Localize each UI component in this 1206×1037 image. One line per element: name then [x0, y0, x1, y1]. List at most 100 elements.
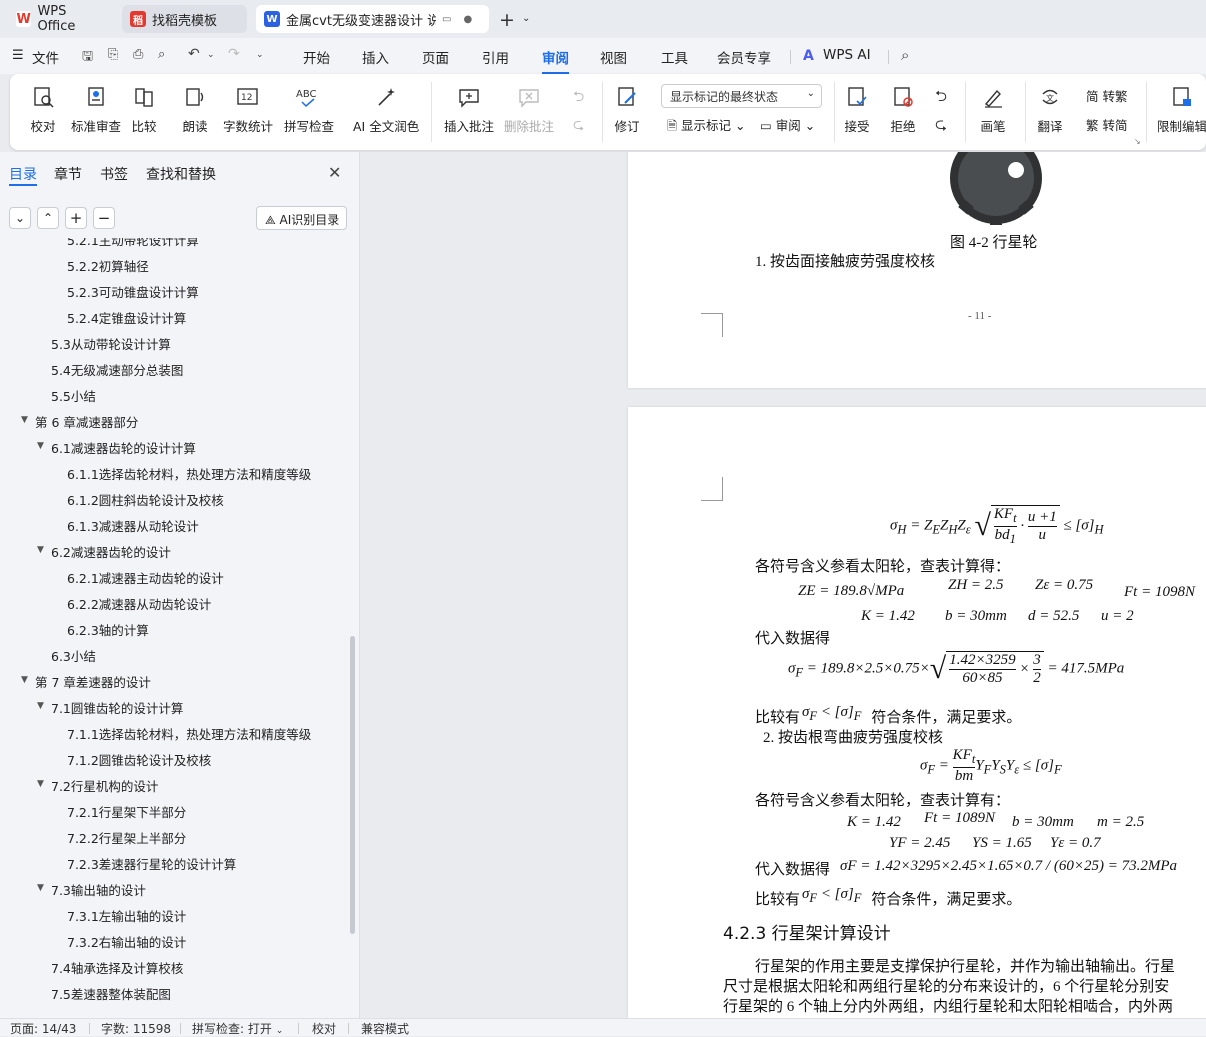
translate-button[interactable]: 文翻译	[1037, 84, 1063, 135]
expand-triangle-icon[interactable]: ▼	[21, 675, 28, 685]
menu-reference[interactable]: 引用	[482, 47, 509, 67]
toc-item[interactable]: 5.3从动带轮设计计算	[51, 334, 171, 353]
remove-heading-icon[interactable]: −	[93, 207, 115, 229]
prev-change-icon[interactable]: ⮌	[935, 86, 947, 111]
restrict-edit-button[interactable]: 限制编辑	[1157, 84, 1206, 135]
more-quick-icon[interactable]: ⌄	[256, 50, 264, 60]
tab-chapters[interactable]: 章节	[54, 164, 82, 184]
toc-item[interactable]: 5.2.4定锥盘设计计算	[67, 308, 186, 327]
menu-wps-ai[interactable]: WPS AI	[823, 47, 871, 63]
toc-item[interactable]: 5.5小结	[51, 386, 96, 405]
toc-item[interactable]: 第 6 章减速器部分	[35, 412, 138, 431]
close-icon[interactable]: ✕	[328, 163, 341, 182]
tab-find-replace[interactable]: 查找和替换	[146, 164, 216, 184]
expand-triangle-icon[interactable]: ▼	[37, 545, 44, 555]
sidebar-scrollbar[interactable]	[350, 636, 355, 934]
undo-dropdown-icon[interactable]: ⌄	[207, 50, 215, 60]
accept-button[interactable]: 接受	[844, 84, 870, 135]
pen-button[interactable]: 画笔	[980, 84, 1006, 135]
tab-toc[interactable]: 目录	[9, 164, 37, 184]
menu-insert[interactable]: 插入	[362, 47, 389, 67]
menu-page[interactable]: 页面	[422, 47, 449, 67]
toc-item[interactable]: 7.1圆锥齿轮的设计计算	[51, 698, 183, 717]
compare-button[interactable]: 比较	[131, 84, 157, 135]
status-proofread[interactable]: 校对	[312, 1020, 336, 1037]
toc-item[interactable]: 7.2行星机构的设计	[51, 776, 158, 795]
expand-triangle-icon[interactable]: ▼	[37, 779, 44, 789]
review-pane-button[interactable]: ▭ 审阅 ⌄	[760, 115, 815, 134]
reject-button[interactable]: 拒绝	[890, 84, 916, 135]
status-spell-check[interactable]: 拼写检查: 打开 ⌄	[192, 1020, 283, 1037]
toc-item[interactable]: 7.3.2右输出轴的设计	[67, 932, 186, 951]
toc-item[interactable]: 6.2.1减速器主动齿轮的设计	[67, 568, 224, 587]
expand-triangle-icon[interactable]: ▼	[37, 441, 44, 451]
toc-item[interactable]: 7.1.2圆锥齿轮设计及校核	[67, 750, 211, 769]
standard-review-button[interactable]: 标准审查	[71, 84, 121, 135]
next-comment-icon[interactable]: ⮎	[573, 114, 584, 138]
spell-check-button[interactable]: ABC 拼写检查	[284, 84, 334, 135]
tab-templates[interactable]: 稻 找稻壳模板	[122, 5, 247, 33]
new-tab-plus-icon[interactable]: +	[499, 9, 515, 31]
track-changes-button[interactable]: 修订	[614, 84, 640, 135]
toc-item[interactable]: 6.1减速器齿轮的设计计算	[51, 438, 196, 457]
toc-item[interactable]: 7.5差速器整体装配图	[51, 984, 171, 1003]
print-preview-icon[interactable]: ⌕	[158, 47, 165, 62]
toc-item[interactable]: 7.4轴承选择及计算校核	[51, 958, 183, 977]
markup-mode-select[interactable]: 显示标记的最终状态 ⌄	[661, 84, 822, 108]
toc-item[interactable]: 6.2减速器齿轮的设计	[51, 542, 171, 561]
toc-item[interactable]: 6.3小结	[51, 646, 96, 665]
toc-item[interactable]: 6.2.2减速器从动齿轮设计	[67, 594, 211, 613]
collapse-down-icon[interactable]: ⌄	[9, 207, 31, 229]
proofread-button[interactable]: 校对	[30, 84, 56, 135]
tab-wps-office[interactable]: W WPS Office	[8, 4, 114, 34]
toc-item[interactable]: 第 7 章差速器的设计	[35, 672, 151, 691]
print-icon[interactable]: ⎙	[133, 47, 143, 62]
status-word-count[interactable]: 字数: 11598	[101, 1020, 171, 1037]
toc-item[interactable]: 6.1.1选择齿轮材料，热处理方法和精度等级	[67, 464, 311, 483]
toc-item[interactable]: 7.1.1选择齿轮材料，热处理方法和精度等级	[67, 724, 311, 743]
toc-item[interactable]: 7.2.2行星架上半部分	[67, 828, 186, 847]
collapse-up-icon[interactable]: ⌃	[37, 207, 59, 229]
status-page[interactable]: 页面: 14/43	[10, 1020, 76, 1037]
toc-item[interactable]: 6.2.3轴的计算	[67, 620, 149, 639]
menu-file[interactable]: 文件	[32, 47, 59, 67]
menu-start[interactable]: 开始	[303, 47, 330, 67]
delete-comment-button[interactable]: 删除批注	[504, 84, 554, 135]
read-aloud-button[interactable]: 朗读	[182, 84, 208, 135]
add-heading-icon[interactable]: +	[65, 207, 87, 229]
toc-item[interactable]: 5.4无级减速部分总装图	[51, 360, 183, 379]
menu-tools[interactable]: 工具	[661, 47, 688, 67]
ai-toc-button[interactable]: ⟁ AI识别目录	[256, 206, 347, 230]
toc-item[interactable]: 7.3.1左输出轴的设计	[67, 906, 186, 925]
prev-comment-icon[interactable]: ⮌	[573, 86, 584, 110]
redo-icon[interactable]: ↷	[228, 46, 240, 62]
expand-triangle-icon[interactable]: ▼	[37, 701, 44, 711]
undo-icon[interactable]: ↶	[188, 46, 200, 62]
word-count-button[interactable]: 12 字数统计	[223, 84, 273, 135]
expand-triangle-icon[interactable]: ▼	[37, 883, 44, 893]
toc-item[interactable]: 6.1.3减速器从动轮设计	[67, 516, 199, 535]
toc-item[interactable]: 7.2.3差速器行星轮的设计计算	[67, 854, 236, 873]
menu-member[interactable]: 会员专享	[717, 47, 771, 67]
next-change-icon[interactable]: ⮎	[935, 114, 947, 139]
to-traditional-button[interactable]: 简 转繁	[1086, 86, 1128, 105]
tab-bookmarks[interactable]: 书签	[100, 164, 128, 184]
toc-item[interactable]: 5.2.1主动带轮设计计算	[67, 238, 199, 249]
tab-document[interactable]: W 金属cvt无级变速器设计 说明书 ▭ ●	[256, 5, 489, 33]
insert-comment-button[interactable]: 插入批注	[444, 84, 494, 135]
tab-list-chevron-icon[interactable]: ⌄	[522, 13, 530, 24]
search-icon[interactable]: ⌕	[901, 46, 909, 64]
toc-item[interactable]: 7.2.1行星架下半部分	[67, 802, 186, 821]
group-launcher-icon[interactable]: ↘	[1134, 137, 1141, 146]
toc-item[interactable]: 6.1.2圆柱斜齿轮设计及校核	[67, 490, 224, 509]
hamburger-icon[interactable]: ☰	[12, 48, 24, 63]
output-icon[interactable]: ⎘	[108, 47, 118, 62]
save-icon[interactable]: 🖫	[82, 47, 93, 69]
toc-item[interactable]: 5.2.3可动锥盘设计计算	[67, 282, 199, 301]
show-markup-button[interactable]: 🗎 显示标记 ⌄	[667, 115, 746, 138]
unsaved-dot-icon[interactable]: ●	[463, 14, 472, 25]
toc-item[interactable]: 7.3输出轴的设计	[51, 880, 146, 899]
menu-view[interactable]: 视图	[600, 47, 627, 67]
menu-review[interactable]: 审阅	[542, 47, 569, 74]
toc-item[interactable]: 5.2.2初算轴径	[67, 256, 149, 275]
